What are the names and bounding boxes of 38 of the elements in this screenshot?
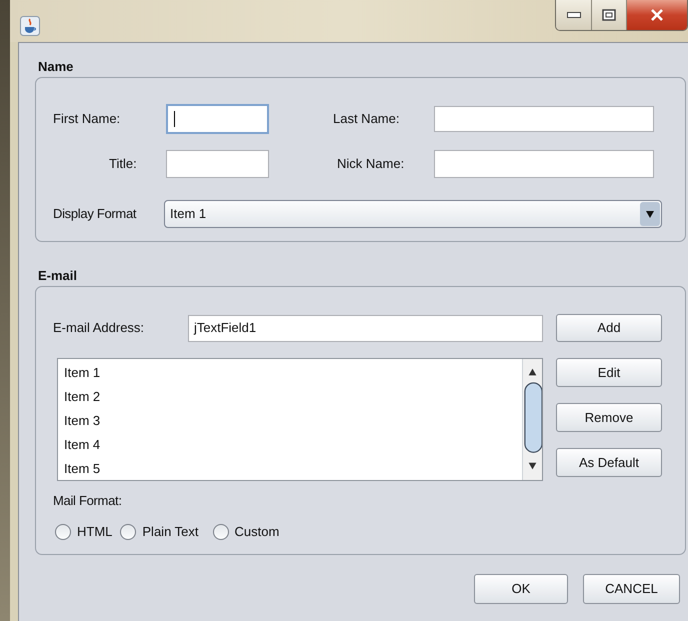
scrollbar[interactable] [522, 359, 542, 480]
input-field[interactable] [166, 104, 269, 134]
field-label: Last Name: [333, 110, 400, 128]
minimize-icon [566, 12, 580, 18]
text-cursor [174, 111, 175, 127]
mail-format-label: Mail Format: [53, 493, 123, 509]
list-item[interactable]: Item 4 [64, 434, 522, 458]
list-item[interactable]: Item 5 [64, 458, 522, 480]
section-heading: E-mail [38, 268, 78, 284]
input-field[interactable] [166, 150, 269, 178]
field-label: Title: [109, 155, 138, 174]
list-item[interactable]: Item 3 [64, 410, 522, 434]
minimize-button[interactable] [556, 0, 592, 30]
radio-option[interactable]: HTML [55, 522, 112, 542]
java-cup-icon [20, 16, 40, 36]
section-heading: Name [38, 59, 74, 75]
list-action-button[interactable]: Edit [556, 358, 662, 387]
add-button[interactable]: Add [556, 314, 662, 342]
email-address-field[interactable]: jTextField1 [188, 314, 543, 342]
dialog-button[interactable]: CANCEL [583, 574, 680, 604]
list-item[interactable]: Item 1 [64, 362, 522, 386]
maximize-button[interactable] [592, 0, 627, 30]
display-format-dropdown[interactable]: Item 1 [164, 200, 662, 228]
close-icon [650, 9, 664, 21]
input-field[interactable] [434, 106, 654, 132]
field-label: E-mail Address: [53, 319, 146, 338]
list-action-button[interactable]: Remove [556, 403, 662, 432]
dialog-button[interactable]: OK [474, 574, 568, 604]
list-action-button[interactable]: As Default [556, 448, 662, 477]
close-button[interactable] [627, 0, 687, 30]
field-label: First Name: [53, 110, 122, 128]
field-label: Display Format [53, 205, 138, 224]
field-label: Nick Name: [337, 155, 406, 174]
radio-option[interactable]: Plain Text [120, 522, 199, 542]
maximize-icon [602, 9, 616, 21]
list-item[interactable]: Item 2 [64, 386, 522, 410]
radio-option[interactable]: Custom [212, 522, 280, 542]
input-field[interactable] [434, 150, 654, 178]
